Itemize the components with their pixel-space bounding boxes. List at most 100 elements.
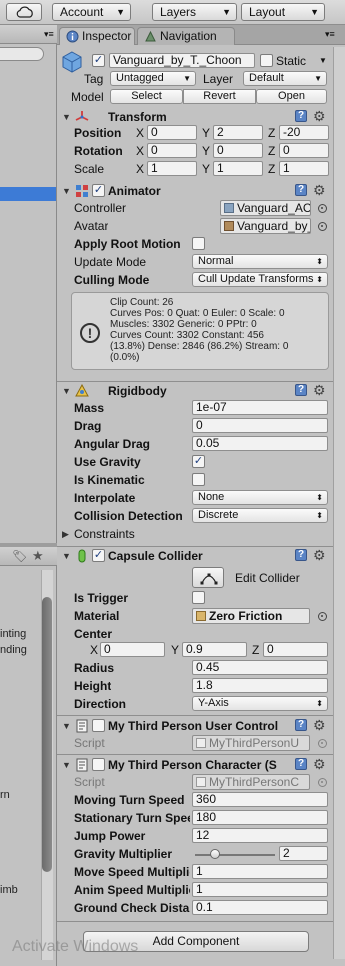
angular-drag-field[interactable]: 0.05 [192, 436, 328, 451]
layout-dropdown[interactable]: Layout ▼ [241, 3, 325, 21]
animator-enabled-checkbox[interactable]: ✓ [92, 184, 105, 197]
position-y-field[interactable]: 2 [213, 125, 263, 140]
hierarchy-search-input[interactable] [0, 47, 44, 61]
gear-icon[interactable]: ⚙ [313, 718, 326, 732]
scale-x-field[interactable]: 1 [147, 161, 197, 176]
mass-field[interactable]: 1e-07 [192, 400, 328, 415]
capsule-collider-header[interactable]: ▼ ✓ Capsule Collider ? ⚙ [57, 547, 345, 565]
user-control-enabled-checkbox[interactable] [92, 719, 105, 732]
edit-collider-button[interactable] [192, 567, 224, 588]
chevron-updown-icon: ⬍ [316, 511, 323, 520]
position-x-field[interactable]: 0 [147, 125, 197, 140]
gear-icon[interactable]: ⚙ [313, 183, 326, 197]
center-y-field[interactable]: 0.9 [182, 642, 247, 657]
gear-icon[interactable]: ⚙ [313, 757, 326, 771]
object-picker-icon[interactable] [318, 204, 327, 213]
drag-field[interactable]: 0 [192, 418, 328, 433]
apply-root-motion-checkbox[interactable] [192, 237, 205, 250]
help-icon[interactable]: ? [295, 184, 307, 196]
help-icon[interactable]: ? [295, 110, 307, 122]
user-control-header[interactable]: ▼ My Third Person User Control ? ⚙ [57, 717, 345, 735]
help-icon[interactable]: ? [295, 719, 307, 731]
gear-icon[interactable]: ⚙ [313, 383, 326, 397]
edit-collider-icon [200, 573, 218, 585]
gravity-multiplier-slider-thumb[interactable] [210, 849, 220, 859]
layers-dropdown[interactable]: Layers ▼ [152, 3, 237, 21]
hierarchy-selected-row[interactable] [0, 187, 56, 201]
account-dropdown[interactable]: Account ▼ [52, 3, 131, 21]
culling-mode-dropdown[interactable]: Cull Update Transforms ⬍ [192, 272, 328, 287]
direction-dropdown[interactable]: Y-Axis ⬍ [192, 696, 328, 711]
project-item[interactable]: nding [0, 644, 27, 656]
character-header[interactable]: ▼ My Third Person Character (S ? ⚙ [57, 756, 345, 774]
moving-turn-speed-field[interactable]: 360 [192, 792, 328, 807]
center-z-field[interactable]: 0 [263, 642, 328, 657]
height-field[interactable]: 1.8 [192, 678, 328, 693]
tab-navigation[interactable]: Navigation [137, 27, 235, 45]
cloud-button[interactable] [6, 3, 42, 21]
gear-icon[interactable]: ⚙ [313, 548, 326, 562]
foldout-collapsed-icon[interactable]: ▶ [62, 529, 69, 539]
gravity-multiplier-field[interactable]: 2 [279, 846, 328, 861]
model-revert-button[interactable]: Revert [183, 89, 256, 104]
constraints-foldout[interactable]: ▶ Constraints [57, 525, 345, 543]
foldout-arrow-icon[interactable]: ▼ [62, 760, 71, 770]
center-x-field[interactable]: 0 [100, 642, 165, 657]
project-item[interactable]: rn [0, 789, 10, 801]
scale-y-field[interactable]: 1 [213, 161, 263, 176]
rotation-x-field[interactable]: 0 [147, 143, 197, 158]
object-picker-icon[interactable] [318, 222, 327, 231]
is-kinematic-checkbox[interactable] [192, 473, 205, 486]
star-icon[interactable]: ★ [32, 548, 44, 564]
jump-power-field[interactable]: 12 [192, 828, 328, 843]
character-enabled-checkbox[interactable] [92, 758, 105, 771]
anim-speed-multiplier-field[interactable]: 1 [192, 882, 328, 897]
static-checkbox[interactable] [260, 54, 273, 67]
model-open-button[interactable]: Open [256, 89, 327, 104]
position-z-field[interactable]: -20 [279, 125, 329, 140]
rigidbody-header[interactable]: ▼ Rigidbody ? ⚙ [57, 382, 345, 400]
radius-field[interactable]: 0.45 [192, 660, 328, 675]
help-icon[interactable]: ? [295, 384, 307, 396]
model-select-button[interactable]: Select [110, 89, 183, 104]
project-scrollbar-thumb[interactable] [42, 597, 52, 872]
stationary-turn-speed-field[interactable]: 180 [192, 810, 328, 825]
move-speed-multiplier-field[interactable]: 1 [192, 864, 328, 879]
avatar-field[interactable]: Vanguard_by_T._ [220, 218, 311, 234]
use-gravity-checkbox[interactable]: ✓ [192, 455, 205, 468]
gravity-multiplier-slider[interactable] [195, 854, 275, 856]
interpolate-dropdown[interactable]: None ⬍ [192, 490, 328, 505]
project-item[interactable]: inting [0, 628, 26, 640]
rotation-z-field[interactable]: 0 [279, 143, 329, 158]
ground-check-distance-field[interactable]: 0.1 [192, 900, 328, 915]
scale-z-field[interactable]: 1 [279, 161, 329, 176]
controller-field[interactable]: Vanguard_AC [220, 200, 311, 216]
foldout-arrow-icon[interactable]: ▼ [62, 112, 71, 122]
material-field[interactable]: Zero Friction [192, 608, 310, 624]
panel-menu-icon[interactable]: ▾≡ [325, 29, 335, 40]
help-icon[interactable]: ? [295, 549, 307, 561]
tag-icon[interactable]: 🏷 [12, 549, 27, 563]
tab-inspector[interactable]: Inspector [59, 27, 135, 45]
foldout-arrow-icon[interactable]: ▼ [62, 721, 71, 731]
collision-detection-dropdown[interactable]: Discrete ⬍ [192, 508, 328, 523]
tag-dropdown[interactable]: Untagged ▼ [110, 71, 196, 86]
capsule-collider-enabled-checkbox[interactable]: ✓ [92, 549, 105, 562]
is-trigger-checkbox[interactable] [192, 591, 205, 604]
animator-header[interactable]: ▼ ✓ Animator ? ⚙ [57, 182, 345, 200]
update-mode-dropdown[interactable]: Normal ⬍ [192, 254, 328, 269]
chevron-down-icon[interactable]: ▼ [319, 56, 327, 65]
panel-menu-icon[interactable]: ▾≡ [44, 29, 54, 40]
foldout-arrow-icon[interactable]: ▼ [62, 386, 71, 396]
object-name-field[interactable]: Vanguard_by_T._Choon [109, 53, 255, 68]
foldout-arrow-icon[interactable]: ▼ [62, 186, 71, 196]
inspector-scrollbar[interactable] [333, 47, 345, 959]
foldout-arrow-icon[interactable]: ▼ [62, 551, 71, 561]
help-icon[interactable]: ? [295, 758, 307, 770]
gear-icon[interactable]: ⚙ [313, 109, 326, 123]
rotation-y-field[interactable]: 0 [213, 143, 263, 158]
layer-dropdown[interactable]: Default ▼ [243, 71, 327, 86]
object-picker-icon[interactable] [318, 612, 327, 621]
object-active-checkbox[interactable]: ✓ [92, 54, 105, 67]
project-item[interactable]: imb [0, 884, 18, 896]
